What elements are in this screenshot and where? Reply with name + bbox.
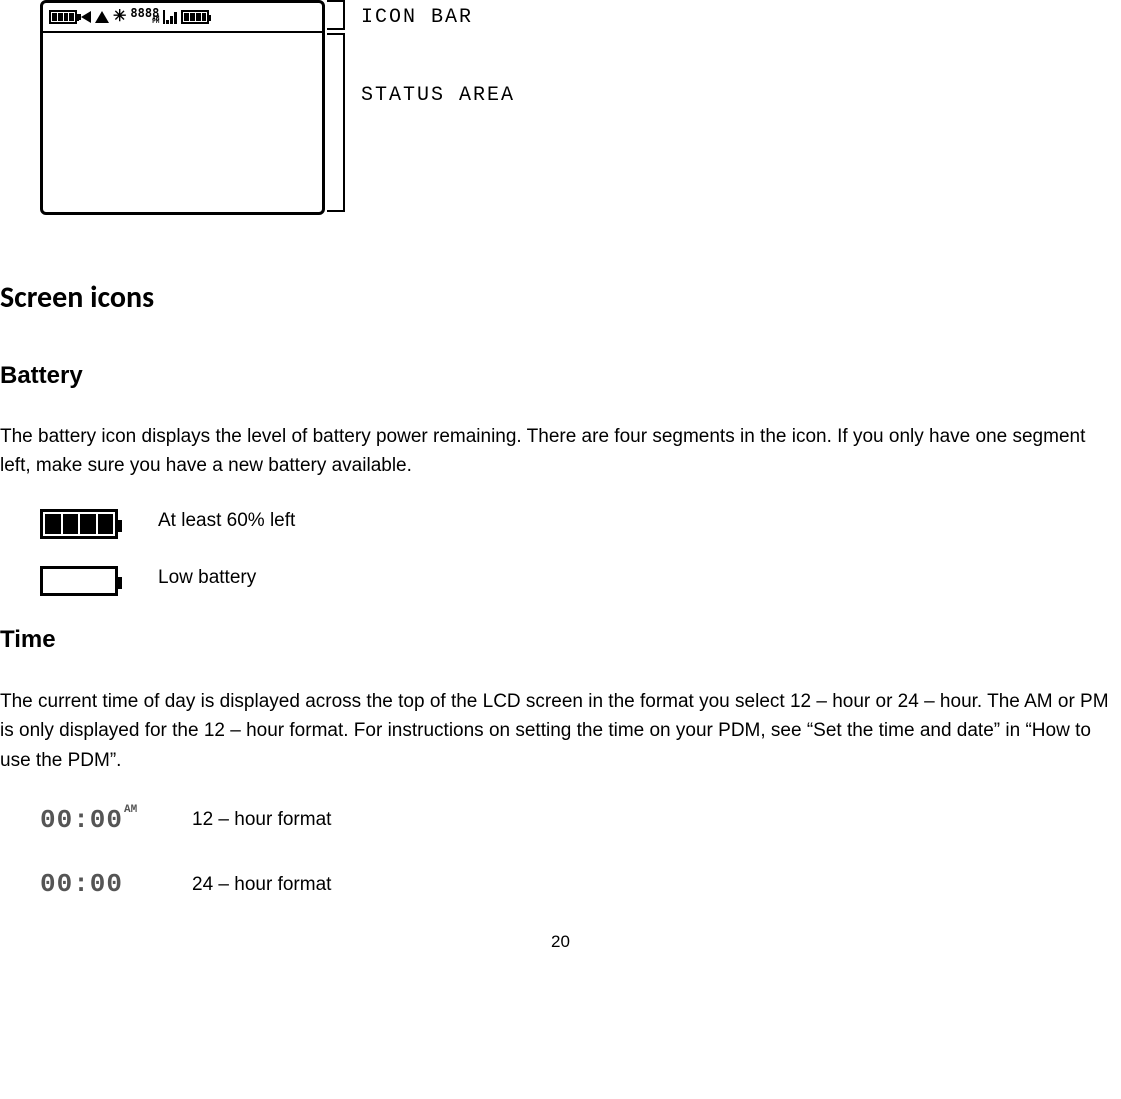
time-24h-row: 00:00 24 – hour format	[40, 864, 1121, 904]
time-24h-icon: 00:00	[40, 864, 152, 904]
battery-icon	[49, 10, 77, 24]
battery-full-icon	[40, 509, 118, 539]
heading-screen-icons: Screen icons	[0, 275, 1121, 322]
battery-intro-text: The battery icon displays the level of b…	[0, 422, 1121, 481]
battery-low-label: Low battery	[158, 563, 256, 596]
heading-time: Time	[0, 621, 1121, 658]
lcd-frame: ✳ 8888 AMPM	[40, 0, 325, 215]
time-12h-label: 12 – hour format	[192, 805, 331, 834]
battery-full-label: At least 60% left	[158, 506, 295, 539]
time-12h-row: 00:00AM 12 – hour format	[40, 800, 1121, 840]
signal-icon	[163, 10, 177, 24]
status-area-label: STATUS AREA	[361, 80, 515, 111]
clock-icon: 8888 AMPM	[130, 10, 159, 23]
battery-full-row: At least 60% left	[40, 506, 1121, 539]
snowflake-icon: ✳	[113, 9, 126, 25]
speaker-icon	[81, 11, 91, 23]
page-number: 20	[0, 929, 1121, 955]
alert-icon	[95, 11, 109, 23]
time-24h-label: 24 – hour format	[192, 870, 331, 899]
lcd-diagram: ✳ 8888 AMPM ICON BAR STATUS AREA	[0, 0, 1121, 215]
iconbar-label: ICON BAR	[361, 2, 473, 33]
time-24h-digits: 00:00	[40, 864, 123, 904]
battery-low-row: Low battery	[40, 563, 1121, 596]
time-12h-ampm: AM	[124, 802, 137, 819]
time-12h-icon: 00:00AM	[40, 800, 152, 840]
bracket-column	[327, 0, 357, 215]
battery-icon	[181, 10, 209, 24]
time-intro-text: The current time of day is displayed acr…	[0, 687, 1121, 775]
heading-battery: Battery	[0, 357, 1121, 394]
time-12h-digits: 00:00	[40, 800, 123, 840]
battery-low-icon	[40, 566, 118, 596]
icon-bar: ✳ 8888 AMPM	[43, 3, 322, 33]
